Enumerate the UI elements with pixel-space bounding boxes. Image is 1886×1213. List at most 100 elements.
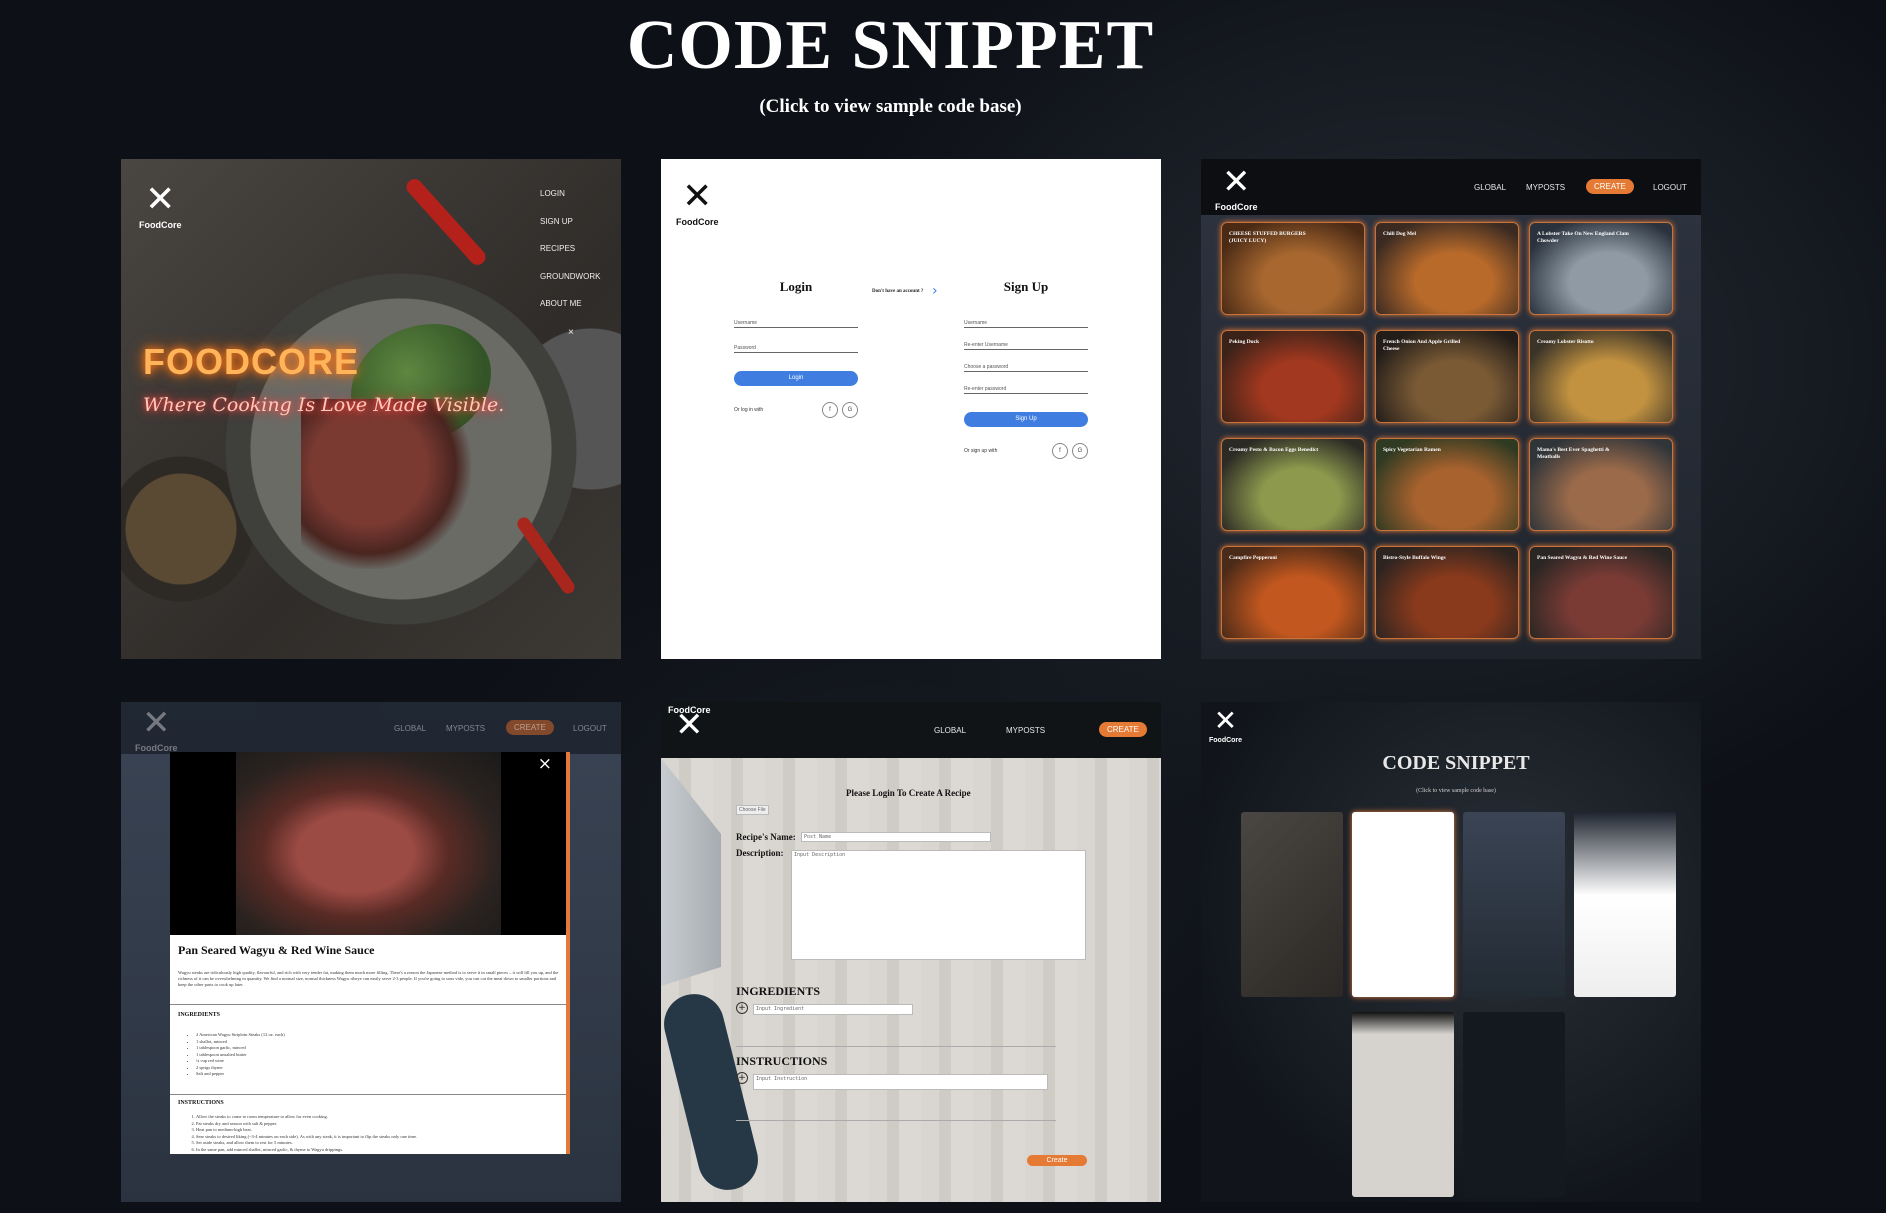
auth-screenshot-tile[interactable]: ✕ FoodCore Login Username Password Login…: [661, 159, 1161, 659]
facebook-icon[interactable]: f: [822, 402, 838, 418]
preview-thumbnail: [1241, 812, 1343, 997]
list-item: 2 American Wagyu Striploin Steaks (12 oz…: [196, 1032, 285, 1039]
signup-button[interactable]: Sign Up: [964, 412, 1088, 427]
page-title: CODE SNIPPET: [626, 7, 1155, 84]
landing-screenshot-tile[interactable]: ✕ FoodCore LOGIN SIGN UP RECIPES GROUNDW…: [121, 159, 621, 659]
divider: [736, 1046, 1056, 1047]
nav-create-button: CREATE: [506, 720, 554, 735]
nav-myposts: MYPOSTS: [446, 724, 486, 733]
signup-social-label: Or sign up with: [964, 448, 998, 454]
ingredients-list: 2 American Wagyu Striploin Steaks (12 oz…: [196, 1032, 285, 1078]
recipe-card-title: Campfire Pepperoni: [1229, 555, 1277, 561]
divider: [736, 1120, 1056, 1121]
close-icon[interactable]: ×: [540, 327, 600, 355]
recipe-card[interactable]: Campfire Pepperoni: [1221, 546, 1365, 639]
recipe-hero-image: [170, 752, 566, 935]
signup-reenter-password-field[interactable]: Re-enter password: [964, 386, 1088, 394]
instructions-label: INSTRUCTIONS: [736, 1054, 828, 1068]
steak-decoration: [301, 399, 471, 569]
fork-knife-icon: ✕: [682, 176, 713, 217]
signup-password-field[interactable]: Choose a password: [964, 364, 1088, 372]
page-subtitle: (Click to view sample code base): [759, 96, 1022, 117]
password-field[interactable]: Password: [734, 345, 858, 353]
recipe-grid: CHEESE STUFFED BURGERS (JUICY LUCY) Chili…: [1221, 222, 1683, 639]
recipe-name-input[interactable]: Post Name: [801, 832, 991, 842]
nav-create-button[interactable]: CREATE: [1586, 179, 1634, 194]
foodcore-logo: ✕ FoodCore: [139, 179, 182, 230]
knife-handle-decoration: [661, 987, 765, 1197]
recipe-card[interactable]: Chili Dog Mel: [1375, 222, 1519, 315]
recipe-card-title: French Onion And Apple Grilled Cheese: [1383, 339, 1461, 352]
nav-logout: LOGOUT: [573, 724, 607, 733]
add-ingredient-icon[interactable]: +: [736, 1002, 748, 1014]
recipe-card[interactable]: Spicy Vegetarian Ramen: [1375, 438, 1519, 531]
signup-social-row: Or sign up with f G: [964, 443, 1088, 459]
foodcore-logo: ✕ FoodCore: [135, 703, 178, 753]
signup-reenter-username-field[interactable]: Re-enter Username: [964, 342, 1088, 350]
recipe-card-title: Bistro-Style Buffalo Wings: [1383, 555, 1446, 561]
nav-global: GLOBAL: [394, 724, 427, 733]
description-textarea[interactable]: Input Description: [791, 850, 1086, 960]
recipe-card[interactable]: French Onion And Apple Grilled Cheese: [1375, 330, 1519, 423]
recipe-card[interactable]: Mama's Best Ever Spaghetti & Meatballs: [1529, 438, 1673, 531]
nav-myposts[interactable]: MYPOSTS: [1006, 726, 1045, 735]
recipe-card[interactable]: Creamy Lobster Risotto: [1529, 330, 1673, 423]
recipe-card-title: Chili Dog Mel: [1383, 231, 1416, 237]
divider: [170, 1094, 566, 1095]
recipe-name-label: Recipe's Name:: [736, 832, 796, 842]
no-account-text: Don't have an account ?: [872, 289, 924, 294]
create-recipe-screenshot-tile[interactable]: ✕ FoodCore GLOBAL MYPOSTS CREATE Please …: [661, 702, 1161, 1202]
preview-thumbnail: [1463, 1012, 1565, 1197]
login-button[interactable]: Login: [734, 371, 858, 386]
recipe-modal-screenshot-tile[interactable]: ✕ FoodCore GLOBAL MYPOSTS CREATE LOGOUT …: [121, 702, 621, 1202]
foodcore-logo: ✕ FoodCore: [668, 705, 711, 745]
menu-item-groundwork[interactable]: GROUNDWORK: [540, 272, 600, 300]
facebook-icon[interactable]: f: [1052, 443, 1068, 459]
recipe-card-title: Creamy Lobster Risotto: [1537, 339, 1594, 345]
signup-form: Sign Up Username Re-enter Username Choos…: [964, 279, 1088, 459]
create-button[interactable]: Create: [1027, 1155, 1087, 1166]
signup-username-field[interactable]: Username: [964, 320, 1088, 328]
recipes-screenshot-tile[interactable]: ✕ FoodCore GLOBAL MYPOSTS CREATE LOGOUT …: [1201, 159, 1701, 659]
landing-menu: LOGIN SIGN UP RECIPES GROUNDWORK ABOUT M…: [540, 189, 600, 354]
chili-pepper-decoration: [514, 514, 578, 597]
description-label: Description:: [736, 848, 784, 858]
top-navbar: ✕ FoodCore GLOBAL MYPOSTS CREATE LOGOUT: [1201, 159, 1701, 215]
recipe-card[interactable]: Creamy Pesto & Bacon Eggs Benedict: [1221, 438, 1365, 531]
recipe-card-title: CHEESE STUFFED BURGERS (JUICY LUCY): [1229, 231, 1306, 244]
menu-item-login[interactable]: LOGIN: [540, 189, 600, 217]
menu-item-about[interactable]: ABOUT ME: [540, 299, 600, 327]
recipe-card[interactable]: Bistro-Style Buffalo Wings: [1375, 546, 1519, 639]
instruction-input[interactable]: Input Instruction: [753, 1074, 1048, 1090]
google-icon[interactable]: G: [1072, 443, 1088, 459]
page-preview-screenshot-tile[interactable]: ✕ FoodCore CODE SNIPPET (Click to view s…: [1201, 702, 1701, 1202]
google-icon[interactable]: G: [842, 402, 858, 418]
nav-global[interactable]: GLOBAL: [934, 726, 966, 735]
chevron-right-icon[interactable]: ›: [932, 283, 938, 299]
preview-title: CODE SNIPPET: [1382, 752, 1530, 774]
nav-myposts[interactable]: MYPOSTS: [1526, 183, 1565, 192]
nav-global[interactable]: GLOBAL: [1474, 183, 1506, 192]
fork-knife-icon: ✕: [145, 179, 176, 220]
username-field[interactable]: Username: [734, 320, 858, 328]
recipe-card-title: Creamy Pesto & Bacon Eggs Benedict: [1229, 447, 1319, 453]
nav-logout[interactable]: LOGOUT: [1653, 183, 1687, 192]
ingredient-input[interactable]: Input Ingredient: [753, 1004, 913, 1015]
choose-file-button[interactable]: Choose File: [736, 805, 769, 815]
login-form: Login Username Password Login Or log in …: [734, 279, 858, 418]
preview-thumbnail: [1352, 1012, 1454, 1197]
recipe-card[interactable]: CHEESE STUFFED BURGERS (JUICY LUCY): [1221, 222, 1365, 315]
recipe-card[interactable]: Pan Seared Wagyu & Red Wine Sauce: [1529, 546, 1673, 639]
nav-create-button[interactable]: CREATE: [1099, 722, 1147, 737]
top-navbar: ✕ FoodCore GLOBAL MYPOSTS CREATE: [661, 702, 1161, 758]
fork-knife-icon: ✕: [1222, 162, 1251, 202]
menu-item-signup[interactable]: SIGN UP: [540, 217, 600, 245]
divider: [170, 1004, 566, 1005]
recipe-card[interactable]: Peking Duck: [1221, 330, 1365, 423]
close-icon[interactable]: ×: [538, 754, 552, 774]
foodcore-logo: ✕ FoodCore: [1209, 704, 1243, 744]
create-heading: Please Login To Create A Recipe: [846, 788, 971, 798]
menu-item-recipes[interactable]: RECIPES: [540, 244, 600, 272]
recipe-card[interactable]: A Lobster Take On New England Clam Chowd…: [1529, 222, 1673, 315]
add-instruction-icon[interactable]: +: [736, 1072, 748, 1084]
